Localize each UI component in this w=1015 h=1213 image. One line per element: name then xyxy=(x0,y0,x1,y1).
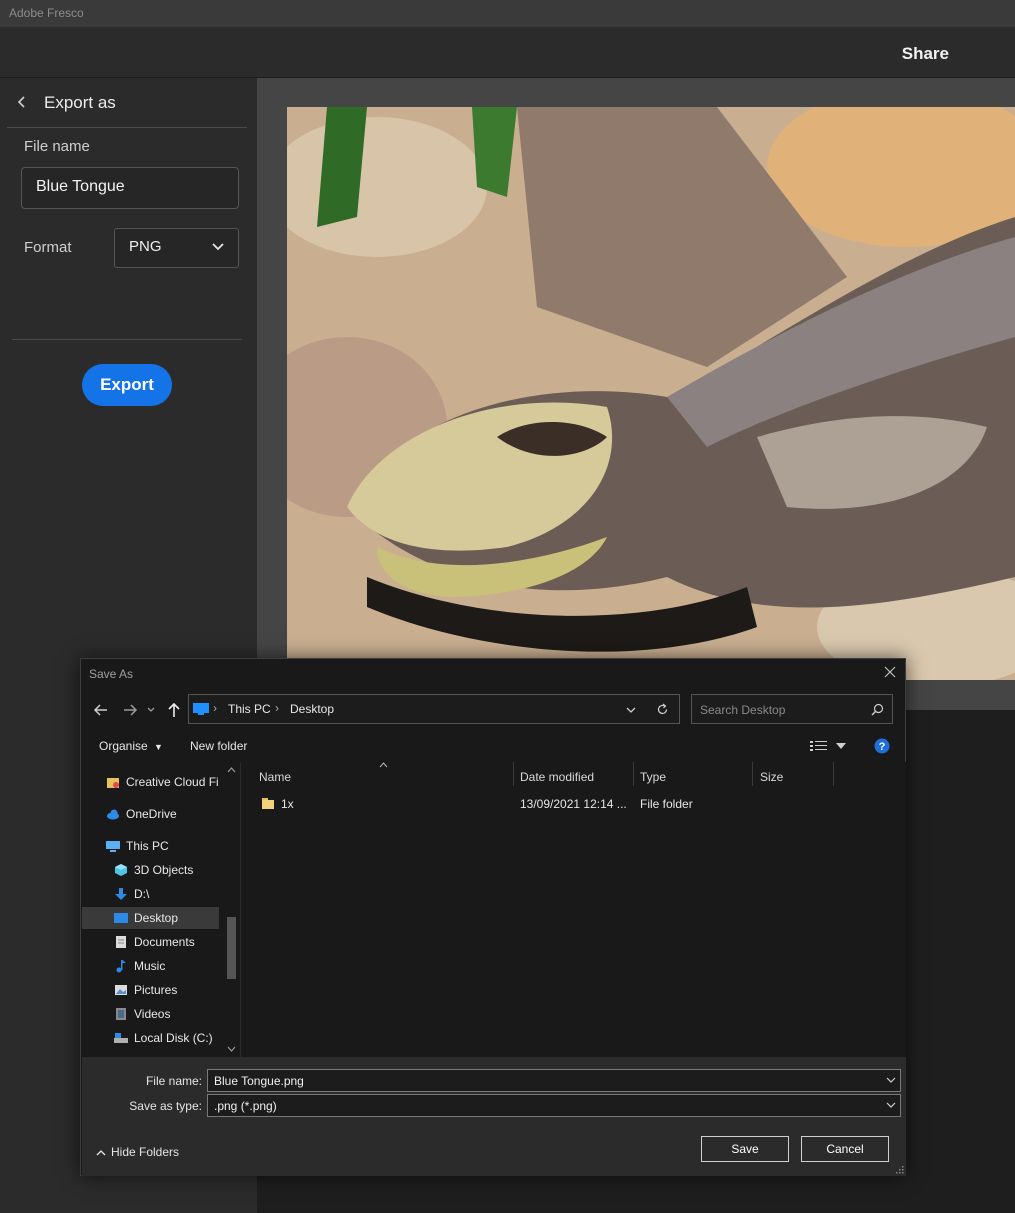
creative-cloud-folder-icon xyxy=(107,778,119,788)
tree-item-local-disk[interactable]: Local Disk (C:) xyxy=(82,1027,219,1049)
svg-text:?: ? xyxy=(879,741,886,753)
document-icon xyxy=(116,936,126,948)
column-separator xyxy=(633,762,634,786)
music-note-icon xyxy=(116,960,126,973)
app-title: Adobe Fresco xyxy=(9,6,84,20)
folder-icon xyxy=(262,798,274,809)
tree-item-music[interactable]: Music xyxy=(82,955,219,977)
sort-ascending-icon xyxy=(379,762,388,768)
cloud-icon xyxy=(107,809,119,820)
tree-item-videos[interactable]: Videos xyxy=(82,1003,219,1025)
save-button[interactable]: Save xyxy=(701,1136,789,1162)
address-bar[interactable]: › This PC › Desktop xyxy=(188,694,680,724)
format-select[interactable]: PNG xyxy=(114,228,239,268)
column-header-name[interactable]: Name xyxy=(259,770,291,784)
chevron-left-icon[interactable] xyxy=(14,94,28,110)
hide-folders-toggle[interactable]: Hide Folders xyxy=(96,1145,179,1159)
tree-item-this-pc[interactable]: This PC xyxy=(82,835,219,857)
breadcrumb-desktop[interactable]: Desktop xyxy=(290,702,334,716)
share-button[interactable]: Share xyxy=(902,44,949,64)
export-panel-title: Export as xyxy=(44,93,116,112)
file-date-cell: 13/09/2021 12:14 ... xyxy=(520,797,627,811)
search-icon xyxy=(871,703,884,716)
breadcrumb-separator: › xyxy=(213,701,217,715)
save-file-name-value: Blue Tongue.png xyxy=(214,1074,304,1088)
breadcrumb-separator: › xyxy=(275,701,279,715)
format-value: PNG xyxy=(129,238,162,255)
file-name-input[interactable]: Blue Tongue xyxy=(21,167,239,209)
scroll-up-icon[interactable] xyxy=(227,767,236,773)
cube-icon xyxy=(115,864,127,876)
file-name-label: File name xyxy=(24,138,90,155)
dialog-footer: File name: Blue Tongue.png Save as type:… xyxy=(82,1057,906,1176)
scrollbar-thumb[interactable] xyxy=(227,917,236,979)
navigation-pane[interactable]: Creative Cloud Fil OneDrive This PC 3D O… xyxy=(82,762,239,1057)
column-separator xyxy=(833,762,834,786)
close-icon[interactable] xyxy=(883,665,897,679)
forward-arrow-icon[interactable] xyxy=(121,701,139,719)
cancel-button[interactable]: Cancel xyxy=(801,1136,889,1162)
film-icon xyxy=(116,1008,126,1020)
tree-item-onedrive[interactable]: OneDrive xyxy=(82,803,219,825)
panel-divider xyxy=(7,127,247,128)
tree-item-documents[interactable]: Documents xyxy=(82,931,219,953)
tree-item-3d-objects[interactable]: 3D Objects xyxy=(82,859,219,881)
column-separator xyxy=(513,762,514,786)
tree-item-pictures[interactable]: Pictures xyxy=(82,979,219,1001)
scroll-down-icon[interactable] xyxy=(227,1046,236,1052)
tree-item-d-drive[interactable]: D:\ xyxy=(82,883,219,905)
file-name-cell: 1x xyxy=(281,797,294,811)
app-titlebar: Adobe Fresco xyxy=(0,0,1015,28)
save-file-name-input[interactable]: Blue Tongue.png xyxy=(207,1069,901,1092)
export-button[interactable]: Export xyxy=(82,364,172,406)
resize-grip-icon[interactable] xyxy=(895,1165,904,1174)
column-header-date-modified[interactable]: Date modified xyxy=(520,770,594,784)
chevron-up-icon xyxy=(96,1150,106,1156)
app-header: Share xyxy=(0,28,1015,78)
caret-down-icon: ▼ xyxy=(154,742,163,752)
save-as-dialog: Save As › This PC › Desktop Search Deskt… xyxy=(80,658,906,1176)
chevron-down-icon[interactable] xyxy=(886,1077,896,1084)
up-arrow-icon[interactable] xyxy=(165,701,183,719)
save-as-type-label: Save as type: xyxy=(129,1099,202,1113)
new-folder-button[interactable]: New folder xyxy=(190,739,247,753)
desktop-icon xyxy=(114,913,128,923)
navigation-scrollbar[interactable] xyxy=(223,762,239,1057)
chevron-down-icon xyxy=(212,243,224,251)
file-type-cell: File folder xyxy=(640,797,693,811)
chevron-down-icon[interactable] xyxy=(625,706,637,714)
tree-item-desktop[interactable]: Desktop xyxy=(82,907,219,929)
file-name-label: File name: xyxy=(145,1074,202,1088)
dialog-title: Save As xyxy=(89,667,134,681)
chevron-down-icon[interactable] xyxy=(886,1102,896,1109)
caret-down-icon[interactable] xyxy=(836,743,846,749)
column-separator xyxy=(752,762,753,786)
format-label: Format xyxy=(24,239,72,256)
save-as-type-value: .png (*.png) xyxy=(214,1099,277,1113)
organise-menu[interactable]: Organise ▼ xyxy=(99,739,163,753)
file-list[interactable]: Name Date modified Type Size 1x 13/09/20… xyxy=(240,762,906,1057)
hide-folders-label: Hide Folders xyxy=(111,1145,180,1159)
column-header-type[interactable]: Type xyxy=(640,770,666,784)
help-icon[interactable]: ? xyxy=(874,738,890,754)
breadcrumb-this-pc[interactable]: This PC xyxy=(228,702,271,716)
artwork-preview xyxy=(287,107,1015,680)
panel-divider xyxy=(12,339,242,340)
view-options-icon[interactable] xyxy=(810,740,828,752)
column-header-size[interactable]: Size xyxy=(760,770,783,784)
recent-locations-chevron-icon[interactable] xyxy=(145,701,157,719)
picture-icon xyxy=(115,985,127,995)
back-arrow-icon[interactable] xyxy=(92,701,110,719)
computer-icon xyxy=(193,703,209,715)
file-row[interactable]: 1x 13/09/2021 12:14 ... File folder xyxy=(249,792,899,814)
computer-icon xyxy=(106,841,120,852)
download-arrow-icon xyxy=(115,888,127,900)
search-placeholder: Search Desktop xyxy=(700,703,786,717)
search-input[interactable]: Search Desktop xyxy=(691,694,893,724)
organise-label: Organise xyxy=(99,739,148,753)
disk-icon xyxy=(114,1033,128,1043)
save-as-type-select[interactable]: .png (*.png) xyxy=(207,1094,901,1117)
refresh-icon[interactable] xyxy=(656,703,669,716)
tree-item-creative-cloud[interactable]: Creative Cloud Fil xyxy=(82,771,219,793)
